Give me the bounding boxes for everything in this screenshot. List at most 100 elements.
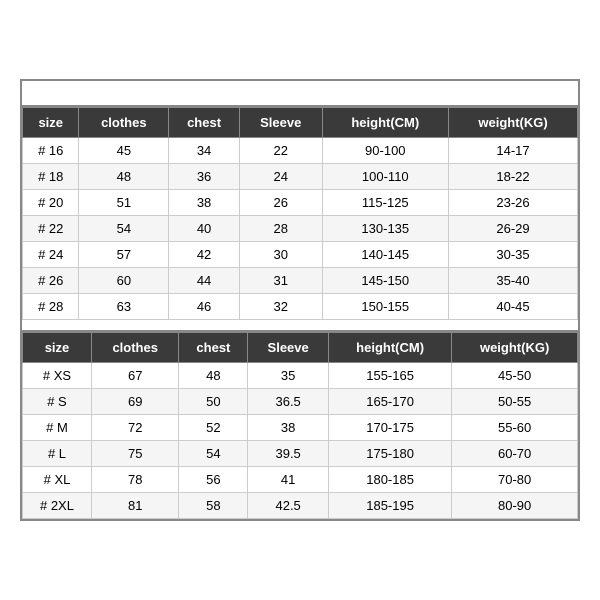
table-cell: 24: [239, 164, 322, 190]
table2-wrapper: sizeclotheschestSleeveheight(CM)weight(K…: [22, 330, 578, 519]
table-cell: 54: [79, 216, 169, 242]
table-cell: 48: [79, 164, 169, 190]
table-row: # 18483624100-11018-22: [23, 164, 578, 190]
table-cell: 31: [239, 268, 322, 294]
table-cell: 150-155: [322, 294, 449, 320]
table-row: # 28634632150-15540-45: [23, 294, 578, 320]
table-cell: 36: [169, 164, 240, 190]
table-cell: 48: [179, 363, 248, 389]
table-cell: 23-26: [449, 190, 578, 216]
table-cell: # 2XL: [23, 493, 92, 519]
size-chart-container: sizeclotheschestSleeveheight(CM)weight(K…: [20, 79, 580, 521]
table-cell: 14-17: [449, 138, 578, 164]
table-cell: 72: [91, 415, 178, 441]
table-row: # 24574230140-14530-35: [23, 242, 578, 268]
table-cell: 130-135: [322, 216, 449, 242]
table-row: # 26604431145-15035-40: [23, 268, 578, 294]
table-cell: 50: [179, 389, 248, 415]
table-cell: 28: [239, 216, 322, 242]
column-header: Sleeve: [239, 108, 322, 138]
table-cell: 58: [179, 493, 248, 519]
table-cell: 155-165: [328, 363, 451, 389]
table-cell: 78: [91, 467, 178, 493]
table-cell: 175-180: [328, 441, 451, 467]
table-cell: # 22: [23, 216, 79, 242]
table-cell: 63: [79, 294, 169, 320]
table-cell: 42: [169, 242, 240, 268]
table-cell: 40-45: [449, 294, 578, 320]
column-header: chest: [179, 333, 248, 363]
table-row: # XS674835155-16545-50: [23, 363, 578, 389]
table-cell: 81: [91, 493, 178, 519]
table-cell: 185-195: [328, 493, 451, 519]
table-cell: 52: [179, 415, 248, 441]
column-header: weight(KG): [452, 333, 578, 363]
table-cell: 60: [79, 268, 169, 294]
table-cell: 44: [169, 268, 240, 294]
table-cell: 46: [169, 294, 240, 320]
table-cell: 57: [79, 242, 169, 268]
table-cell: 55-60: [452, 415, 578, 441]
table-cell: # 26: [23, 268, 79, 294]
table-row: # 22544028130-13526-29: [23, 216, 578, 242]
table-cell: # M: [23, 415, 92, 441]
column-header: weight(KG): [449, 108, 578, 138]
table-cell: # L: [23, 441, 92, 467]
table-cell: 90-100: [322, 138, 449, 164]
table-row: # L755439.5175-18060-70: [23, 441, 578, 467]
table-cell: # 28: [23, 294, 79, 320]
table1-wrapper: sizeclotheschestSleeveheight(CM)weight(K…: [22, 105, 578, 320]
table1: sizeclotheschestSleeveheight(CM)weight(K…: [22, 107, 578, 320]
table-row: # 20513826115-12523-26: [23, 190, 578, 216]
table-cell: 38: [248, 415, 329, 441]
column-header: size: [23, 333, 92, 363]
table-cell: 45-50: [452, 363, 578, 389]
table-cell: 30: [239, 242, 322, 268]
column-header: Sleeve: [248, 333, 329, 363]
table-row: # XL785641180-18570-80: [23, 467, 578, 493]
table-cell: 140-145: [322, 242, 449, 268]
table-cell: 36.5: [248, 389, 329, 415]
column-header: clothes: [79, 108, 169, 138]
table-cell: 34: [169, 138, 240, 164]
table-cell: # 18: [23, 164, 79, 190]
table-cell: 50-55: [452, 389, 578, 415]
table1-header-row: sizeclotheschestSleeveheight(CM)weight(K…: [23, 108, 578, 138]
table-cell: 35-40: [449, 268, 578, 294]
table-cell: 60-70: [452, 441, 578, 467]
table-row: # S695036.5165-17050-55: [23, 389, 578, 415]
table-row: # 2XL815842.5185-19580-90: [23, 493, 578, 519]
table-cell: 18-22: [449, 164, 578, 190]
table1-header: sizeclotheschestSleeveheight(CM)weight(K…: [23, 108, 578, 138]
table-cell: 165-170: [328, 389, 451, 415]
table-cell: 26-29: [449, 216, 578, 242]
table2-header-row: sizeclotheschestSleeveheight(CM)weight(K…: [23, 333, 578, 363]
column-header: chest: [169, 108, 240, 138]
table-cell: 69: [91, 389, 178, 415]
table-spacer: [22, 320, 578, 330]
table-cell: 45: [79, 138, 169, 164]
table-row: # 1645342290-10014-17: [23, 138, 578, 164]
column-header: size: [23, 108, 79, 138]
table-cell: 180-185: [328, 467, 451, 493]
table-cell: # XL: [23, 467, 92, 493]
table-cell: 70-80: [452, 467, 578, 493]
table-cell: 145-150: [322, 268, 449, 294]
table-cell: 54: [179, 441, 248, 467]
table-cell: # XS: [23, 363, 92, 389]
table-cell: 39.5: [248, 441, 329, 467]
table-cell: 100-110: [322, 164, 449, 190]
table-cell: 56: [179, 467, 248, 493]
table-cell: 35: [248, 363, 329, 389]
table-cell: 75: [91, 441, 178, 467]
table-cell: 26: [239, 190, 322, 216]
table-cell: 22: [239, 138, 322, 164]
table2: sizeclotheschestSleeveheight(CM)weight(K…: [22, 332, 578, 519]
table-cell: 67: [91, 363, 178, 389]
table-cell: # 24: [23, 242, 79, 268]
table-row: # M725238170-17555-60: [23, 415, 578, 441]
table-cell: 115-125: [322, 190, 449, 216]
column-header: height(CM): [328, 333, 451, 363]
table2-body: # XS674835155-16545-50# S695036.5165-170…: [23, 363, 578, 519]
table-cell: 32: [239, 294, 322, 320]
